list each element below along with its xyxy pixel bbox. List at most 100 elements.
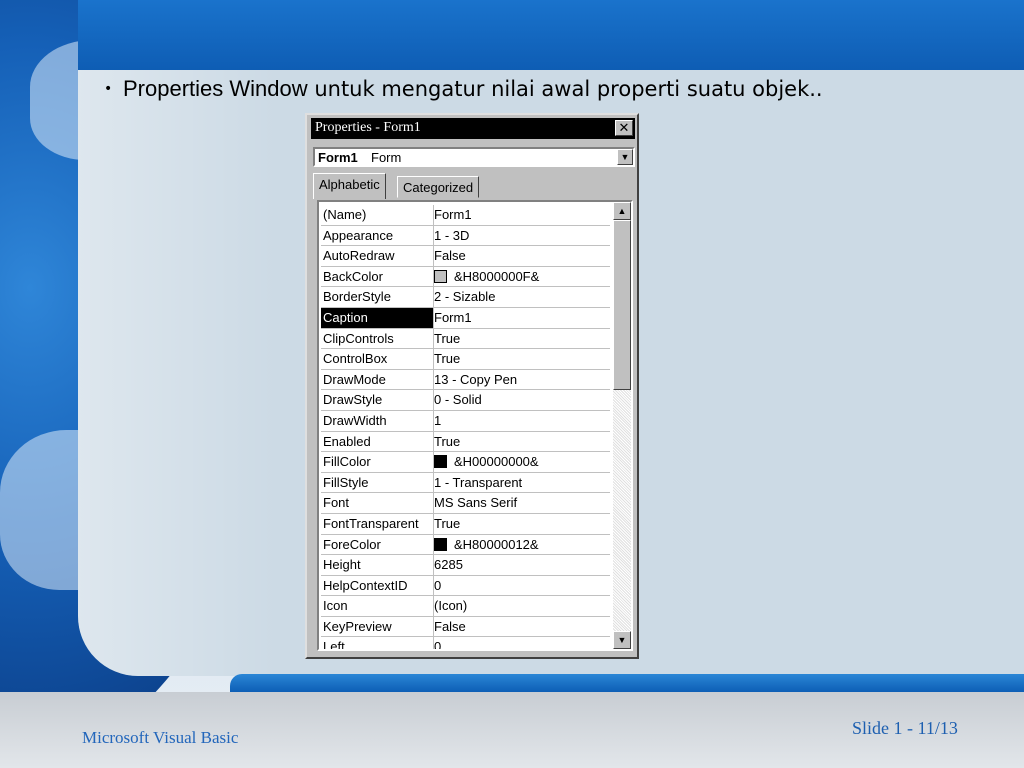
property-value[interactable]: True — [434, 514, 460, 533]
property-value-text: 6285 — [434, 557, 463, 573]
object-selector[interactable]: Form1 Form ▼ — [313, 147, 635, 167]
close-button[interactable]: ✕ — [615, 120, 633, 136]
property-name: Appearance — [321, 225, 434, 246]
bullet-point: • Properties Window untuk mengatur nilai … — [104, 76, 823, 102]
property-row[interactable]: DrawStyle 0 - Solid — [321, 390, 610, 411]
color-swatch — [434, 537, 447, 551]
property-value-text: 0 — [434, 639, 442, 651]
property-value-text: 1 - 3D — [434, 227, 470, 243]
property-value-text: True — [434, 330, 461, 346]
property-value-text: True — [434, 433, 461, 449]
property-row[interactable]: Font MS Sans Serif — [321, 493, 610, 514]
property-value[interactable]: False — [434, 617, 466, 636]
property-row[interactable]: ControlBox True — [321, 349, 610, 370]
property-name: ForeColor — [321, 534, 434, 555]
property-value[interactable]: True — [434, 432, 460, 451]
window-title: Properties - Form1 — [315, 120, 421, 135]
property-name: FillColor — [321, 452, 434, 472]
property-value[interactable]: Form1 — [434, 205, 472, 224]
property-row[interactable]: Height 6285 — [321, 555, 610, 576]
property-value[interactable]: 0 — [434, 637, 442, 651]
scroll-up-button[interactable]: ▲ — [613, 202, 631, 220]
property-name: Caption — [321, 307, 434, 328]
property-name: Enabled — [321, 431, 434, 452]
tab-alphabetic[interactable]: Alphabetic — [313, 173, 386, 199]
property-value-text: 13 - Copy Pen — [434, 371, 518, 387]
property-value[interactable]: True — [434, 349, 460, 368]
property-row[interactable]: (Name) Form1 — [321, 205, 610, 226]
property-value[interactable]: &H00000000& — [434, 452, 539, 471]
property-value[interactable]: Form1 — [434, 308, 472, 327]
property-value-text: 2 - Sizable — [434, 289, 496, 305]
property-value[interactable]: 2 - Sizable — [434, 287, 495, 306]
property-name: Icon — [321, 596, 434, 616]
tab-categorized[interactable]: Categorized — [397, 176, 480, 198]
property-value[interactable]: 13 - Copy Pen — [434, 370, 517, 389]
property-value[interactable]: 1 — [434, 411, 441, 430]
scroll-down-arrow-icon: ▼ — [617, 635, 627, 645]
property-value-text: True — [434, 351, 461, 367]
object-dropdown-button[interactable]: ▼ — [617, 149, 633, 165]
property-row[interactable]: DrawMode 13 - Copy Pen — [321, 369, 610, 391]
scrollbar-thumb[interactable] — [613, 220, 631, 390]
property-row[interactable]: AutoRedraw False — [321, 246, 610, 267]
property-value-text: &H00000000& — [454, 454, 539, 470]
property-value-text: 1 - Transparent — [434, 474, 523, 490]
property-name: DrawStyle — [321, 390, 434, 410]
accent-band — [230, 674, 1024, 692]
property-value[interactable]: 6285 — [434, 555, 463, 574]
slide-number: Slide 1 - 11/13 — [852, 718, 958, 738]
property-name: BorderStyle — [321, 287, 434, 307]
property-row[interactable]: DrawWidth 1 — [321, 410, 610, 432]
scroll-down-button[interactable]: ▼ — [613, 631, 631, 649]
property-value[interactable]: 0 - Solid — [434, 390, 482, 409]
property-name: FontTransparent — [321, 513, 434, 534]
property-value[interactable]: 1 - 3D — [434, 226, 469, 245]
property-row[interactable]: FillStyle 1 - Transparent — [321, 472, 610, 494]
property-value-text: Form1 — [434, 309, 472, 325]
property-name: Left — [321, 637, 434, 649]
property-row[interactable]: HelpContextID 0 — [321, 575, 610, 597]
property-row[interactable]: BackColor &H8000000F& — [321, 266, 610, 288]
slide-background: • Properties Window untuk mengatur nilai … — [0, 0, 1024, 768]
property-value-text: False — [434, 248, 466, 264]
property-value-text: False — [434, 618, 466, 634]
property-row[interactable]: Appearance 1 - 3D — [321, 225, 610, 247]
bullet-dot-icon: • — [104, 81, 113, 97]
dropdown-arrow-icon: ▼ — [620, 152, 630, 162]
property-row[interactable]: Icon (Icon) — [321, 596, 610, 617]
property-value[interactable]: (Icon) — [434, 596, 467, 615]
property-row[interactable]: ClipControls True — [321, 328, 610, 350]
property-row[interactable]: ForeColor &H80000012& — [321, 534, 610, 556]
property-row[interactable]: Enabled True — [321, 431, 610, 453]
property-rows: (Name) Form1 Appearance 1 - 3D AutoRedraw Fal… — [321, 205, 610, 651]
property-name: (Name) — [321, 205, 434, 225]
property-value[interactable]: False — [434, 246, 466, 265]
property-name: AutoRedraw — [321, 246, 434, 266]
property-value-text: Form1 — [434, 207, 472, 222]
property-value[interactable]: True — [434, 329, 460, 348]
property-name: FillStyle — [321, 472, 434, 493]
property-row[interactable]: Caption Form1 — [321, 307, 610, 329]
window-titlebar[interactable]: Properties - Form1 ✕ — [311, 118, 635, 139]
property-row[interactable]: BorderStyle 2 - Sizable — [321, 287, 610, 308]
property-value[interactable]: &H8000000F& — [434, 267, 539, 286]
property-row[interactable]: Left 0 — [321, 637, 610, 651]
property-row[interactable]: KeyPreview False — [321, 616, 610, 638]
top-band — [78, 0, 1024, 70]
property-name: DrawMode — [321, 369, 434, 390]
property-value[interactable]: MS Sans Serif — [434, 493, 517, 512]
property-name: Font — [321, 493, 434, 513]
property-row[interactable]: FontTransparent True — [321, 513, 610, 535]
property-row[interactable]: FillColor &H00000000& — [321, 452, 610, 473]
property-value-text: &H8000000F& — [454, 268, 540, 284]
vertical-scrollbar[interactable]: ▲ ▼ — [613, 202, 631, 649]
property-value[interactable]: 1 - Transparent — [434, 473, 522, 492]
property-name: ClipControls — [321, 328, 434, 349]
property-name: ControlBox — [321, 349, 434, 369]
property-value-text: &H80000012& — [454, 536, 539, 552]
property-value[interactable]: 0 — [434, 576, 441, 595]
property-name: KeyPreview — [321, 616, 434, 637]
property-name: BackColor — [321, 266, 434, 287]
property-value[interactable]: &H80000012& — [434, 535, 539, 554]
